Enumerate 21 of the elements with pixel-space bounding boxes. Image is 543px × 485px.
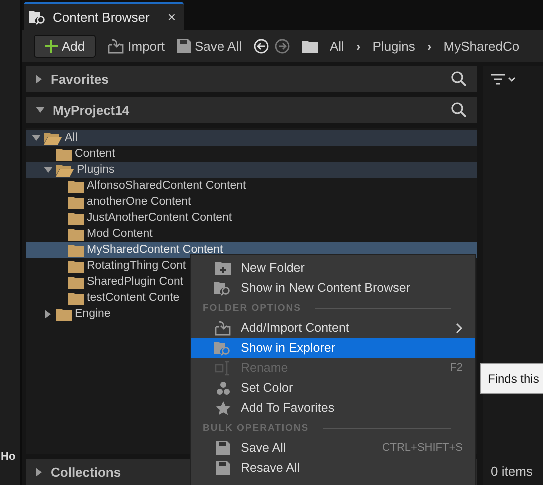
folder-label: All [65,132,78,144]
folder-label: RotatingThing Cont [87,260,186,272]
breadcrumb-separator: › [427,38,432,54]
section-title: Favorites [51,72,109,86]
tab-title: Content Browser [53,10,151,24]
folder-label: MySharedContent Content [87,244,224,256]
folder-label: Content [75,148,116,160]
folder-label: AlfonsoSharedContent Content [87,180,246,192]
tooltip: Finds this [480,363,543,394]
folder-label: anotherOne Content [87,196,192,208]
folder-label: Engine [75,308,111,320]
breadcrumb-separator: › [356,38,361,54]
folder-label: SharedPlugin Cont [87,276,184,288]
folder-label: Mod Content [87,228,153,240]
side-label: Ho [0,451,17,463]
folder-label: Plugins [77,164,115,176]
item-count: 0 items [491,464,534,479]
section-title: Collections [51,464,122,480]
folder-label: JustAnotherContent Content [87,212,232,224]
section-title: MyProject14 [53,102,130,118]
folder-label: testContent Conte [87,292,180,304]
